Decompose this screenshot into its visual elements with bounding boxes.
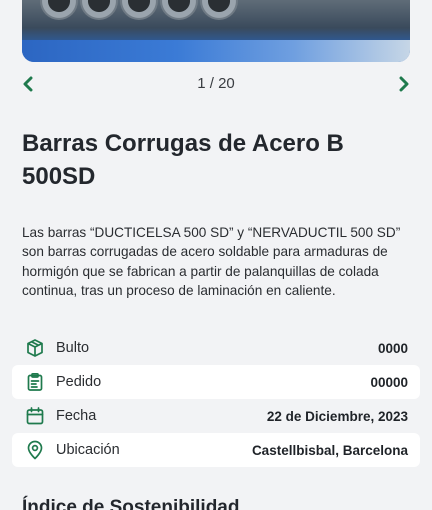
detail-value: 22 de Diciembre, 2023 <box>266 408 408 424</box>
photo-stripe <box>22 40 410 62</box>
photo-pipe <box>120 0 158 20</box>
photo-pipe <box>160 0 198 20</box>
details-list: Bulto 0000 Pedido 00000 Fecha 22 de Dici… <box>12 331 420 467</box>
gallery-pager: 1 / 20 <box>0 70 432 98</box>
package-icon <box>24 337 46 359</box>
product-title: Barras Corrugas de Acero B 500SD <box>22 130 344 190</box>
detail-label: Pedido <box>56 374 102 390</box>
photo-pipe <box>200 0 238 20</box>
chevron-right-icon <box>399 76 409 92</box>
product-photo <box>22 0 410 62</box>
product-description: Las barras “DUCTICELSA 500 SD” y “NERVAD… <box>22 225 401 298</box>
detail-label: Bulto <box>56 340 90 356</box>
calendar-icon <box>24 405 46 427</box>
detail-value: Castellbisbal, Barcelona <box>251 442 408 458</box>
order-clipboard-icon <box>24 371 46 393</box>
detail-label: Ubicación <box>56 442 120 458</box>
photo-pipe <box>80 0 118 20</box>
image-counter: 1 / 20 <box>197 75 235 92</box>
detail-row-fecha: Fecha 22 de Diciembre, 2023 <box>12 399 420 433</box>
sustainability-heading: Índice de Sostenibilidad <box>22 497 240 510</box>
detail-row-pedido: Pedido 00000 <box>12 365 420 399</box>
detail-row-ubicacion: Ubicación Castellbisbal, Barcelona <box>12 433 420 467</box>
detail-label: Fecha <box>56 408 97 424</box>
detail-row-bulto: Bulto 0000 <box>12 331 420 365</box>
location-pin-icon <box>24 439 46 461</box>
detail-value: 0000 <box>377 340 408 356</box>
photo-pipe <box>40 0 78 20</box>
next-image-button[interactable] <box>394 74 414 94</box>
detail-value: 00000 <box>370 374 408 390</box>
